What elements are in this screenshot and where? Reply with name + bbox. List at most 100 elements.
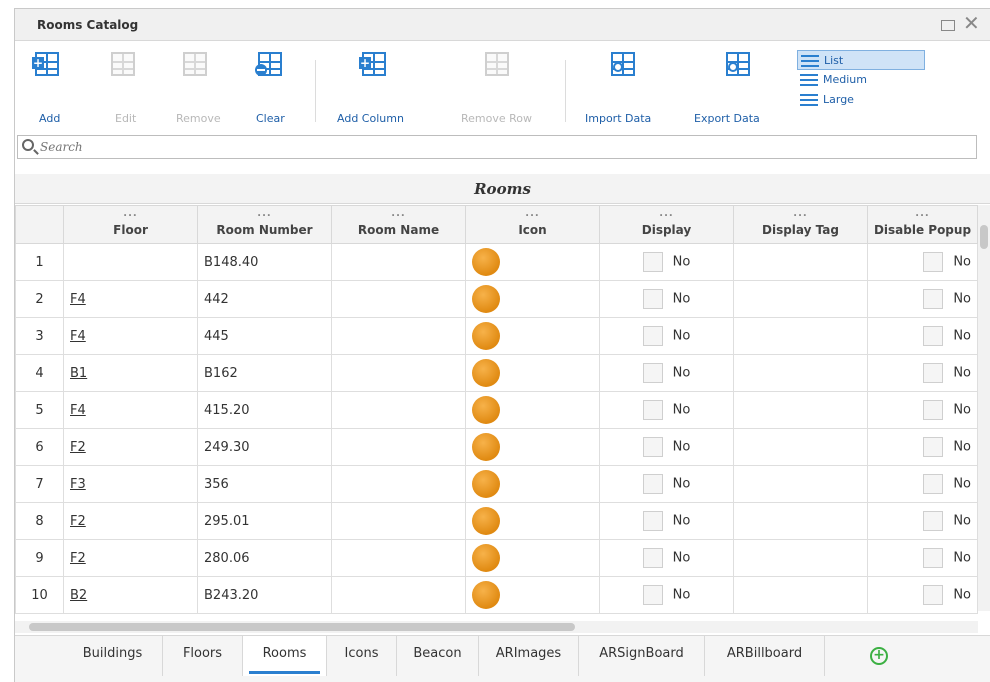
room-name-cell[interactable] — [331, 317, 466, 355]
room-number-cell[interactable]: 249.30 — [197, 428, 332, 466]
room-name-cell[interactable] — [331, 354, 466, 392]
table-row[interactable]: 4 B1 B162 No No — [15, 354, 978, 392]
disable-popup-checkbox[interactable] — [923, 511, 944, 531]
disable-popup-cell[interactable]: No — [867, 428, 978, 466]
display-tag-cell[interactable] — [733, 539, 868, 577]
icon-cell[interactable] — [465, 317, 600, 355]
tab-floors[interactable]: Floors — [163, 636, 243, 676]
disable-popup-checkbox[interactable] — [923, 289, 944, 309]
display-checkbox[interactable] — [642, 548, 663, 568]
disable-popup-cell[interactable]: No — [867, 354, 978, 392]
display-cell[interactable]: No — [599, 280, 734, 318]
disable-popup-checkbox[interactable] — [923, 363, 944, 383]
disable-popup-cell[interactable]: No — [867, 465, 978, 503]
display-checkbox[interactable] — [642, 437, 663, 457]
floor-cell[interactable]: F2 — [63, 502, 198, 540]
close-icon[interactable]: ✕ — [963, 12, 980, 34]
disable-popup-cell[interactable]: No — [867, 280, 978, 318]
tab-arimages[interactable]: ARImages — [479, 636, 579, 676]
table-row[interactable]: 9 F2 280.06 No No — [15, 539, 978, 577]
floor-cell[interactable]: F4 — [63, 280, 198, 318]
room-number-cell[interactable]: 445 — [197, 317, 332, 355]
display-tag-cell[interactable] — [733, 280, 868, 318]
display-checkbox[interactable] — [642, 400, 663, 420]
display-tag-cell[interactable] — [733, 243, 868, 281]
column-header-room-number[interactable]: ... Room Number — [197, 205, 332, 244]
table-row[interactable]: 2 F4 442 No No — [15, 280, 978, 318]
search-input[interactable] — [40, 138, 940, 156]
disable-popup-checkbox[interactable] — [923, 437, 944, 457]
room-number-cell[interactable]: B243.20 — [197, 576, 332, 614]
vertical-scrollbar[interactable] — [978, 205, 990, 611]
add-tab-icon[interactable]: + — [870, 647, 888, 665]
table-row[interactable]: 10 B2 B243.20 No No — [15, 576, 978, 614]
column-header-floor[interactable]: ... Floor — [63, 205, 198, 244]
disable-popup-checkbox[interactable] — [923, 548, 944, 568]
table-row[interactable]: 1 B148.40 No No — [15, 243, 978, 281]
table-row[interactable]: 6 F2 249.30 No No — [15, 428, 978, 466]
table-row[interactable]: 8 F2 295.01 No No — [15, 502, 978, 540]
room-name-cell[interactable] — [331, 243, 466, 281]
maximize-icon[interactable] — [941, 20, 955, 31]
disable-popup-checkbox[interactable] — [923, 474, 944, 494]
floor-cell[interactable] — [63, 243, 198, 281]
icon-cell[interactable] — [465, 428, 600, 466]
display-tag-cell[interactable] — [733, 576, 868, 614]
column-header-display-tag[interactable]: ... Display Tag — [733, 205, 868, 244]
display-tag-cell[interactable] — [733, 465, 868, 503]
room-number-cell[interactable]: 442 — [197, 280, 332, 318]
display-tag-cell[interactable] — [733, 317, 868, 355]
column-header-icon[interactable]: ... Icon — [465, 205, 600, 244]
disable-popup-checkbox[interactable] — [923, 585, 944, 605]
room-name-cell[interactable] — [331, 502, 466, 540]
floor-cell[interactable]: F2 — [63, 539, 198, 577]
floor-cell[interactable]: F3 — [63, 465, 198, 503]
icon-cell[interactable] — [465, 354, 600, 392]
disable-popup-cell[interactable]: No — [867, 576, 978, 614]
disable-popup-cell[interactable]: No — [867, 539, 978, 577]
table-row[interactable]: 7 F3 356 No No — [15, 465, 978, 503]
column-header-display[interactable]: ... Display — [599, 205, 734, 244]
room-name-cell[interactable] — [331, 465, 466, 503]
room-number-cell[interactable]: B162 — [197, 354, 332, 392]
display-cell[interactable]: No — [599, 354, 734, 392]
floor-cell[interactable]: B1 — [63, 354, 198, 392]
tab-rooms[interactable]: Rooms — [243, 636, 327, 676]
table-row[interactable]: 5 F4 415.20 No No — [15, 391, 978, 429]
display-cell[interactable]: No — [599, 576, 734, 614]
tab-beacon[interactable]: Beacon — [397, 636, 479, 676]
display-checkbox[interactable] — [642, 326, 663, 346]
display-cell[interactable]: No — [599, 243, 734, 281]
disable-popup-cell[interactable]: No — [867, 317, 978, 355]
display-cell[interactable]: No — [599, 539, 734, 577]
display-tag-cell[interactable] — [733, 391, 868, 429]
icon-cell[interactable] — [465, 465, 600, 503]
display-checkbox[interactable] — [642, 585, 663, 605]
icon-cell[interactable] — [465, 280, 600, 318]
column-header-disable-popup[interactable]: ... Disable Popup — [867, 205, 978, 244]
icon-cell[interactable] — [465, 391, 600, 429]
icon-cell[interactable] — [465, 243, 600, 281]
view-list-option[interactable]: List — [797, 50, 925, 70]
floor-cell[interactable]: F2 — [63, 428, 198, 466]
room-number-cell[interactable]: 356 — [197, 465, 332, 503]
tab-arbillboard[interactable]: ARBillboard — [705, 636, 825, 676]
room-number-cell[interactable]: 295.01 — [197, 502, 332, 540]
display-checkbox[interactable] — [642, 474, 663, 494]
disable-popup-checkbox[interactable] — [923, 400, 944, 420]
room-name-cell[interactable] — [331, 539, 466, 577]
tab-icons[interactable]: Icons — [327, 636, 397, 676]
disable-popup-checkbox[interactable] — [923, 252, 944, 272]
disable-popup-cell[interactable]: No — [867, 243, 978, 281]
remove-button[interactable]: Remove — [165, 42, 225, 130]
display-cell[interactable]: No — [599, 502, 734, 540]
display-cell[interactable]: No — [599, 391, 734, 429]
display-checkbox[interactable] — [642, 289, 663, 309]
import-data-button[interactable]: Import Data — [581, 42, 671, 130]
display-cell[interactable]: No — [599, 428, 734, 466]
tab-buildings[interactable]: Buildings — [63, 636, 163, 676]
horizontal-scrollbar[interactable] — [15, 621, 978, 633]
room-name-cell[interactable] — [331, 576, 466, 614]
room-name-cell[interactable] — [331, 428, 466, 466]
floor-cell[interactable]: F4 — [63, 317, 198, 355]
